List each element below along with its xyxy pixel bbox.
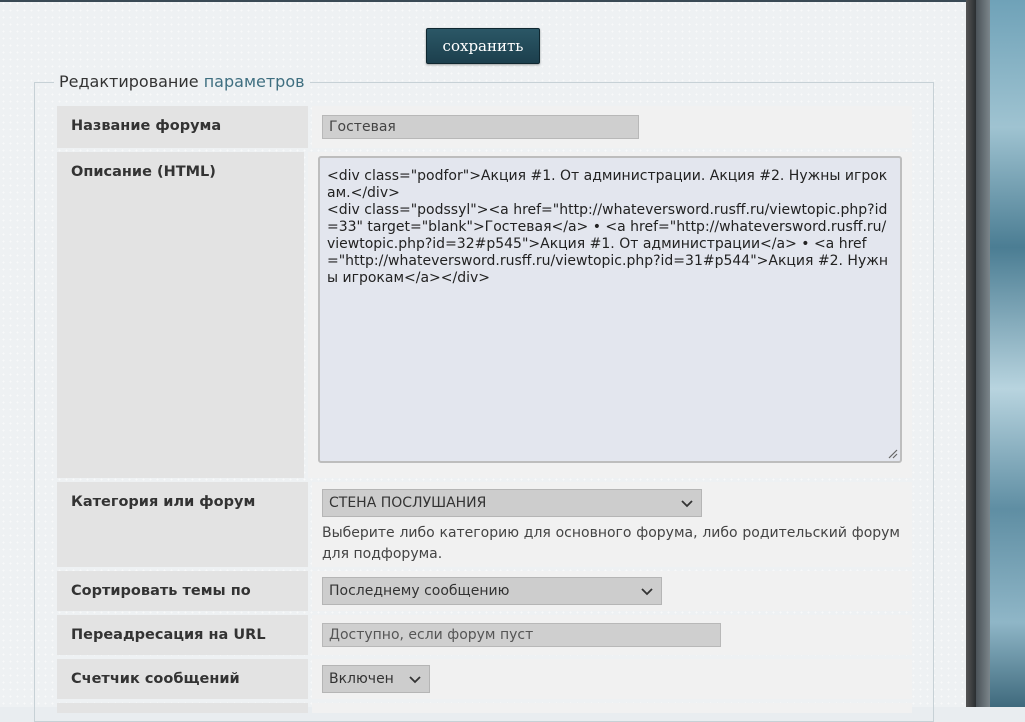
- row-next-partial: [57, 703, 912, 713]
- value-category: СТЕНА ПОСЛУШАНИЯ Выберите либо категорию…: [312, 482, 912, 567]
- description-textarea[interactable]: <div class="podfor">Акция #1. От админис…: [318, 156, 902, 463]
- legend-accent-text: параметров: [198, 72, 305, 91]
- post-counter-selected: Включен: [329, 671, 394, 687]
- label-category: Категория или форум: [57, 482, 308, 567]
- row-category: Категория или форум СТЕНА ПОСЛУШАНИЯ Выб…: [57, 482, 912, 567]
- resize-handle-icon[interactable]: [888, 449, 898, 459]
- row-post-counter: Счетчик сообщений Включен: [57, 659, 912, 699]
- row-sort: Сортировать темы по Последнему сообщению: [57, 571, 912, 611]
- category-selected: СТЕНА ПОСЛУШАНИЯ: [329, 495, 487, 511]
- row-description: Описание (HTML) <div class="podfor">Акци…: [57, 152, 912, 478]
- label-post-counter: Счетчик сообщений: [57, 659, 308, 699]
- category-select[interactable]: СТЕНА ПОСЛУШАНИЯ: [322, 489, 702, 517]
- label-description: Описание (HTML): [57, 152, 304, 478]
- label-sort: Сортировать темы по: [57, 571, 308, 611]
- top-divider: [0, 0, 966, 2]
- value-post-counter: Включен: [312, 659, 912, 699]
- post-counter-select[interactable]: Включен: [322, 665, 430, 693]
- label-partial: [57, 703, 308, 713]
- redirect-url-input[interactable]: Доступно, если форум пуст: [322, 623, 721, 647]
- label-redirect: Переадресация на URL: [57, 615, 308, 655]
- save-button[interactable]: сохранить: [426, 28, 540, 64]
- description-text: <div class="podfor">Акция #1. От админис…: [327, 168, 889, 286]
- value-sort: Последнему сообщению: [312, 571, 912, 611]
- sort-selected: Последнему сообщению: [329, 583, 510, 599]
- value-partial: [312, 703, 912, 713]
- page-edge-divider: [966, 0, 976, 707]
- value-redirect: Доступно, если форум пуст: [312, 615, 912, 655]
- category-hint: Выберите либо категорию для основного фо…: [322, 525, 900, 562]
- sort-select[interactable]: Последнему сообщению: [322, 577, 662, 605]
- legend-text: Редактирование: [59, 72, 199, 91]
- chevron-down-icon: [641, 588, 653, 596]
- chevron-down-icon: [681, 500, 693, 508]
- value-description: <div class="podfor">Акция #1. От админис…: [308, 152, 912, 478]
- label-forum-name: Название форума: [57, 106, 308, 148]
- value-forum-name: Гостевая: [312, 106, 912, 148]
- artwork-frame: [976, 0, 990, 707]
- row-forum-name: Название форума Гостевая: [57, 106, 912, 148]
- fieldset-legend: Редактирование параметров: [54, 72, 310, 91]
- row-redirect: Переадресация на URL Доступно, если фору…: [57, 615, 912, 655]
- chevron-down-icon: [409, 676, 421, 684]
- forum-name-input[interactable]: Гостевая: [322, 115, 639, 139]
